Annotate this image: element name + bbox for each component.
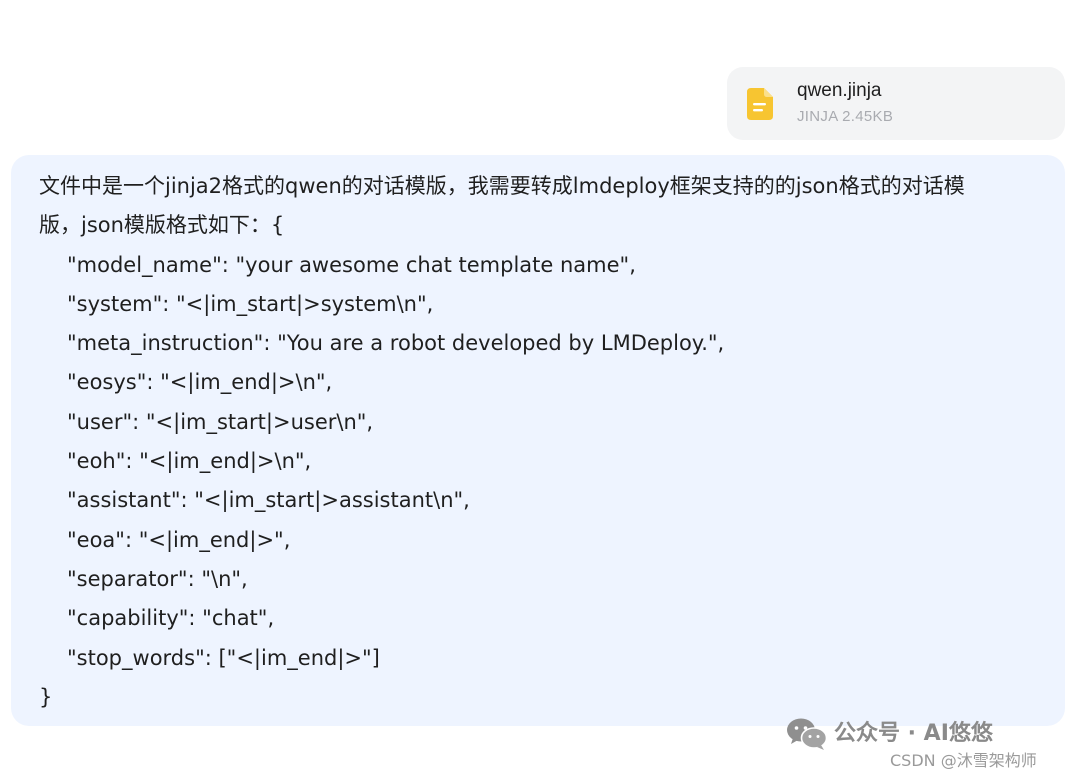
document-icon <box>747 88 773 120</box>
file-attachment-card[interactable]: qwen.jinja JINJA 2.45KB <box>727 67 1065 140</box>
message-line: "model_name": "your awesome chat templat… <box>67 252 636 277</box>
message-line: "user": "<|im_start|>user\n", <box>67 409 374 434</box>
user-message-bubble: 文件中是一个jinja2格式的qwen的对话模版，我需要转成lmdeploy框架… <box>11 155 1065 726</box>
watermark-account: 公众号 · AI悠悠 <box>834 721 993 746</box>
wechat-icon <box>787 718 828 750</box>
message-text: 文件中是一个jinja2格式的qwen的对话模版，我需要转成lmdeploy框架… <box>39 167 1045 717</box>
file-name: qwen.jinja <box>797 80 882 101</box>
watermark-source: CSDN @沐雪架构师 <box>890 751 1037 770</box>
message-line: } <box>39 684 53 709</box>
message-line: "assistant": "<|im_start|>assistant\n", <box>67 488 470 513</box>
message-line: "meta_instruction": "You are a robot dev… <box>67 331 725 356</box>
message-line: "capability": "chat", <box>67 606 275 631</box>
message-line: "system": "<|im_start|>system\n", <box>67 291 434 316</box>
message-line: "eoa": "<|im_end|>", <box>67 527 291 552</box>
message-line: "eoh": "<|im_end|>\n", <box>67 449 312 474</box>
message-line: 版，json模版格式如下：{ <box>39 213 285 238</box>
watermark: 公众号 · AI悠悠 CSDN @沐雪架构师 <box>786 713 1076 773</box>
file-meta: JINJA 2.45KB <box>797 108 894 125</box>
message-line: "separator": "\n", <box>67 566 248 591</box>
message-line: "eosys": "<|im_end|>\n", <box>67 370 333 395</box>
message-line: 文件中是一个jinja2格式的qwen的对话模版，我需要转成lmdeploy框架… <box>39 174 965 198</box>
message-line: "stop_words": ["<|im_end|>"] <box>67 645 380 670</box>
